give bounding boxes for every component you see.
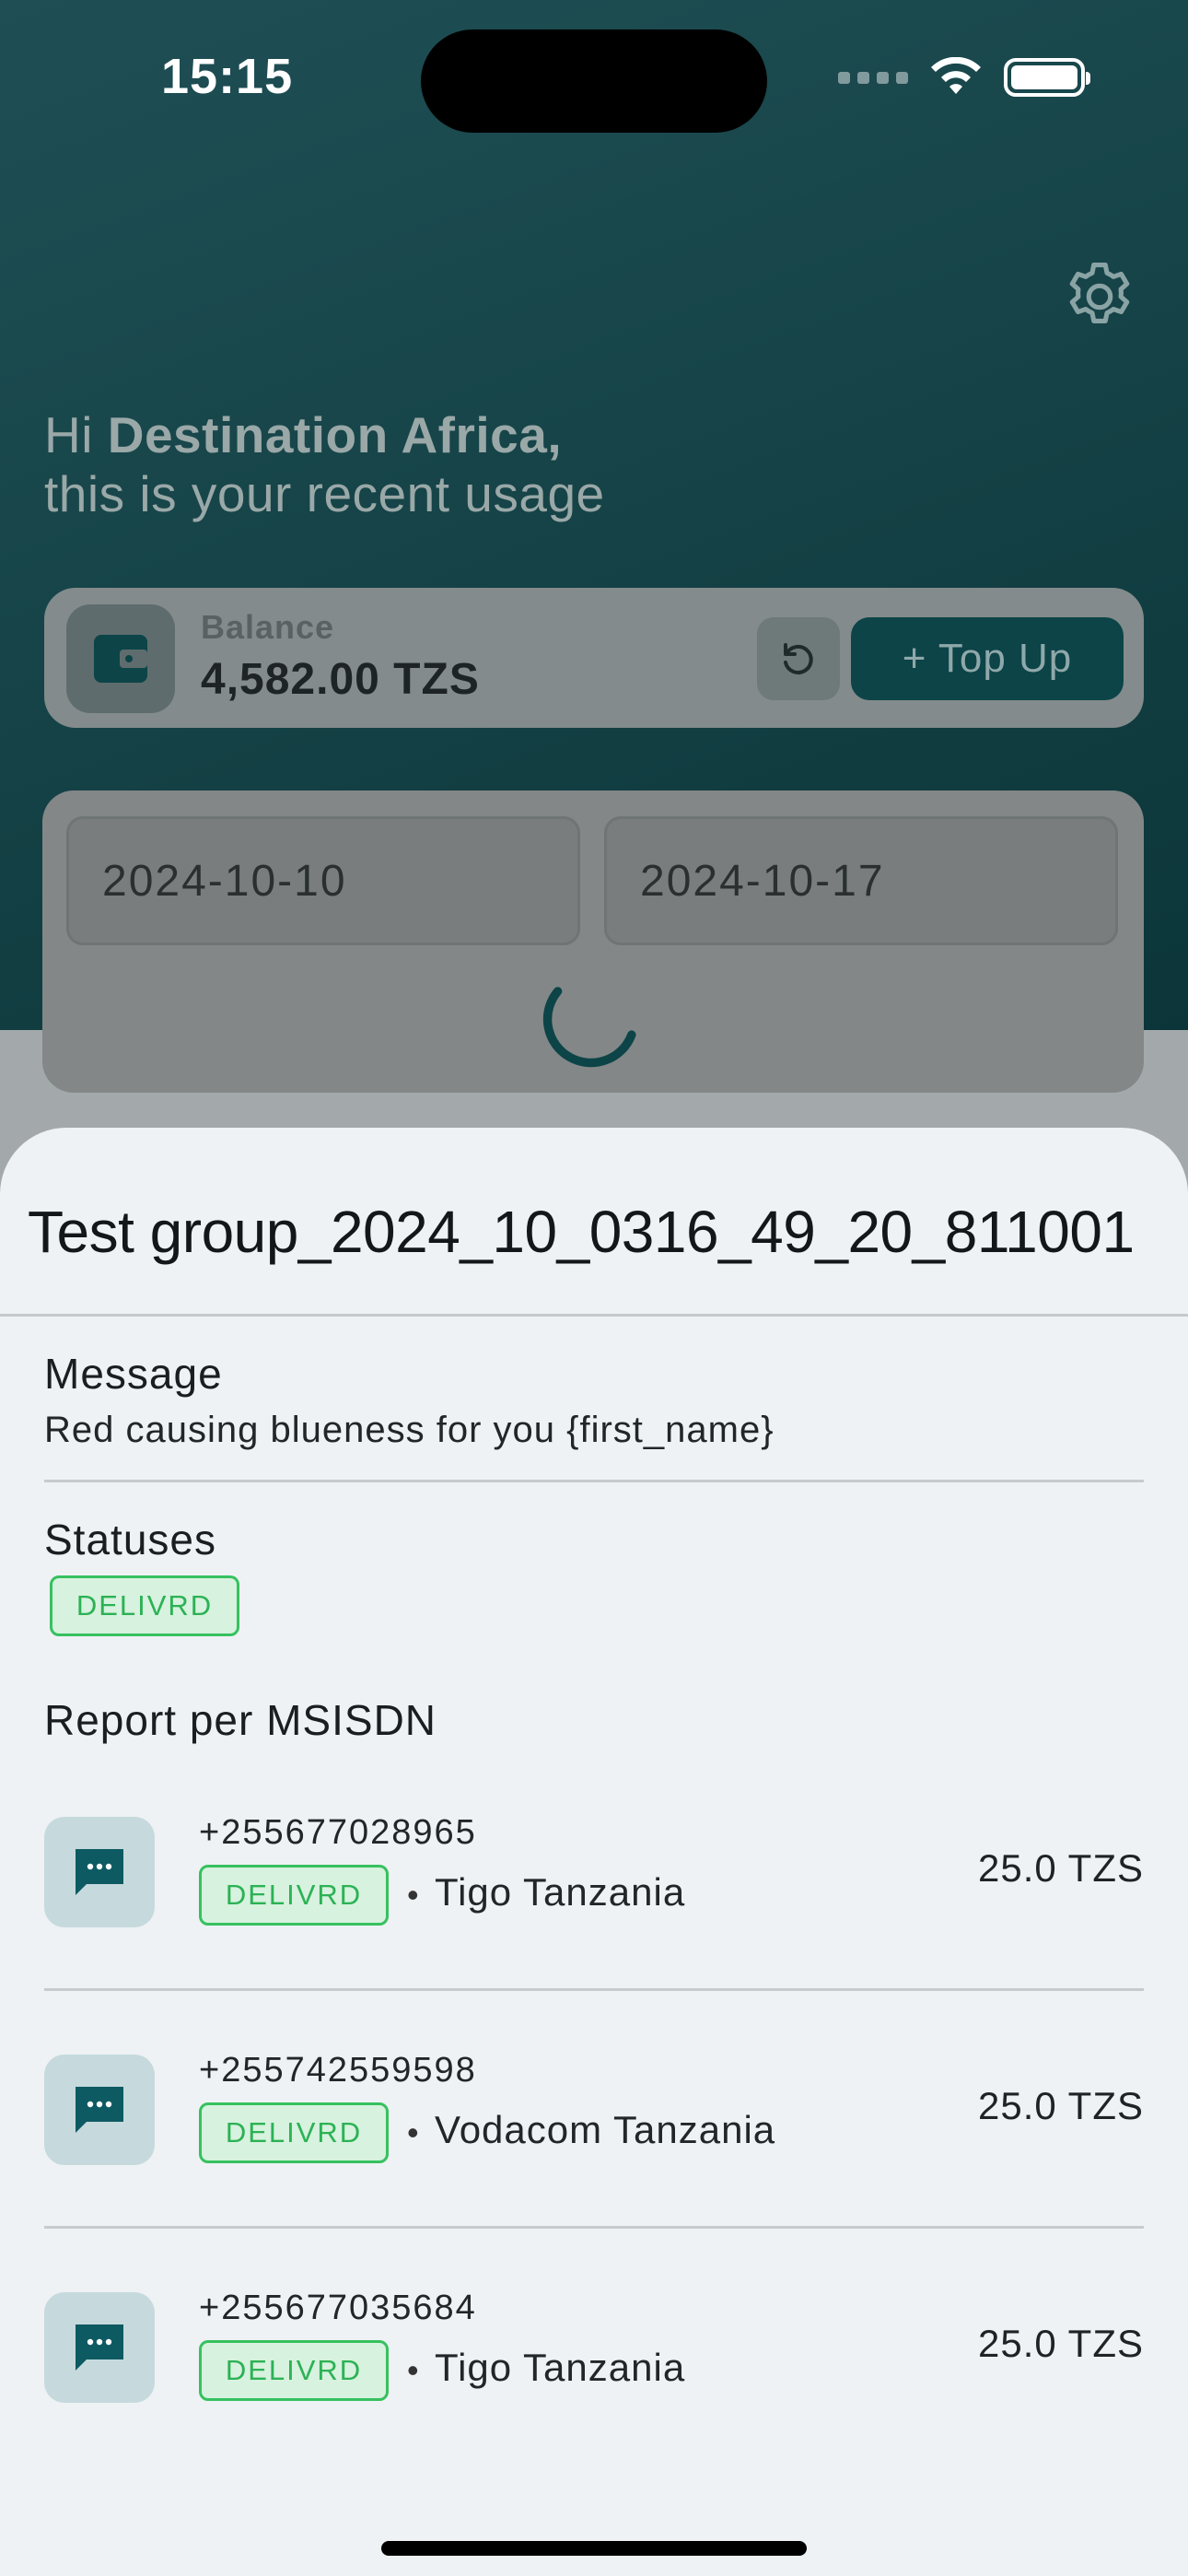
status-badge: DELIVRD — [199, 1865, 389, 1926]
message-label: Message — [44, 1350, 223, 1398]
wallet-icon — [66, 604, 175, 713]
message-icon — [44, 2292, 155, 2403]
status-badge: DELIVRD — [199, 2340, 389, 2401]
dynamic-island — [421, 29, 767, 133]
divider — [44, 1988, 1144, 1991]
greeting-prefix: Hi — [44, 406, 108, 463]
divider — [44, 1480, 1144, 1482]
balance-value: 4,582.00 TZS — [201, 655, 480, 704]
date-filter-card: 2024-10-10 2024-10-17 — [42, 790, 1144, 1093]
msisdn: +255677035684 — [199, 2289, 477, 2327]
sheet-title: Test group_2024_10_0316_49_20_811001 — [28, 1199, 1135, 1265]
detail-bottom-sheet: Test group_2024_10_0316_49_20_811001 Mes… — [0, 1128, 1188, 2576]
greeting: Hi Destination Africa, this is your rece… — [44, 405, 605, 523]
loading-spinner-icon — [542, 987, 636, 1068]
report-row: +255677028965 DELIVRD • Tigo Tanzania 25… — [44, 1813, 1144, 1933]
amount: 25.0 TZS — [978, 2322, 1144, 2365]
wifi-icon — [931, 57, 981, 94]
start-date-field[interactable]: 2024-10-10 — [66, 816, 580, 945]
separator: • — [407, 1876, 419, 1914]
battery-icon — [1004, 58, 1090, 97]
gear-icon[interactable] — [1059, 256, 1140, 337]
divider — [44, 2226, 1144, 2229]
balance-card: Balance 4,582.00 TZS + Top Up — [44, 588, 1144, 728]
balance-label: Balance — [201, 608, 335, 646]
cellular-signal-icon — [838, 71, 908, 84]
separator: • — [407, 2351, 419, 2389]
amount: 25.0 TZS — [978, 2084, 1144, 2127]
top-up-button[interactable]: + Top Up — [851, 617, 1124, 700]
network-name: Tigo Tanzania — [435, 2346, 686, 2389]
message-icon — [44, 2055, 155, 2165]
user-name: Destination Africa, — [107, 406, 563, 463]
refresh-button[interactable] — [757, 617, 840, 700]
divider — [0, 1314, 1188, 1317]
network-name: Tigo Tanzania — [435, 1870, 686, 1914]
greeting-subtitle: this is your recent usage — [44, 465, 605, 522]
status-time: 15:15 — [161, 49, 294, 104]
msisdn: +255742559598 — [199, 2051, 477, 2090]
refresh-icon — [784, 643, 813, 674]
status-badge: DELIVRD — [199, 2102, 389, 2163]
status-icons — [838, 57, 1090, 98]
separator: • — [407, 2113, 419, 2151]
message-text: Red causing blueness for you {first_name… — [44, 1410, 775, 1450]
amount: 25.0 TZS — [978, 1846, 1144, 1890]
status-badge: DELIVRD — [50, 1575, 239, 1636]
network-name: Vodacom Tanzania — [435, 2108, 776, 2151]
home-indicator[interactable] — [381, 2541, 807, 2556]
report-label: Report per MSISDN — [44, 1696, 437, 1744]
message-icon — [44, 1817, 155, 1927]
end-date-field[interactable]: 2024-10-17 — [604, 816, 1118, 945]
report-row: +255742559598 DELIVRD • Vodacom Tanzania… — [44, 2051, 1144, 2171]
msisdn: +255677028965 — [199, 1813, 477, 1852]
report-row: +255677035684 DELIVRD • Tigo Tanzania 25… — [44, 2289, 1144, 2408]
statuses-label: Statuses — [44, 1516, 216, 1563]
